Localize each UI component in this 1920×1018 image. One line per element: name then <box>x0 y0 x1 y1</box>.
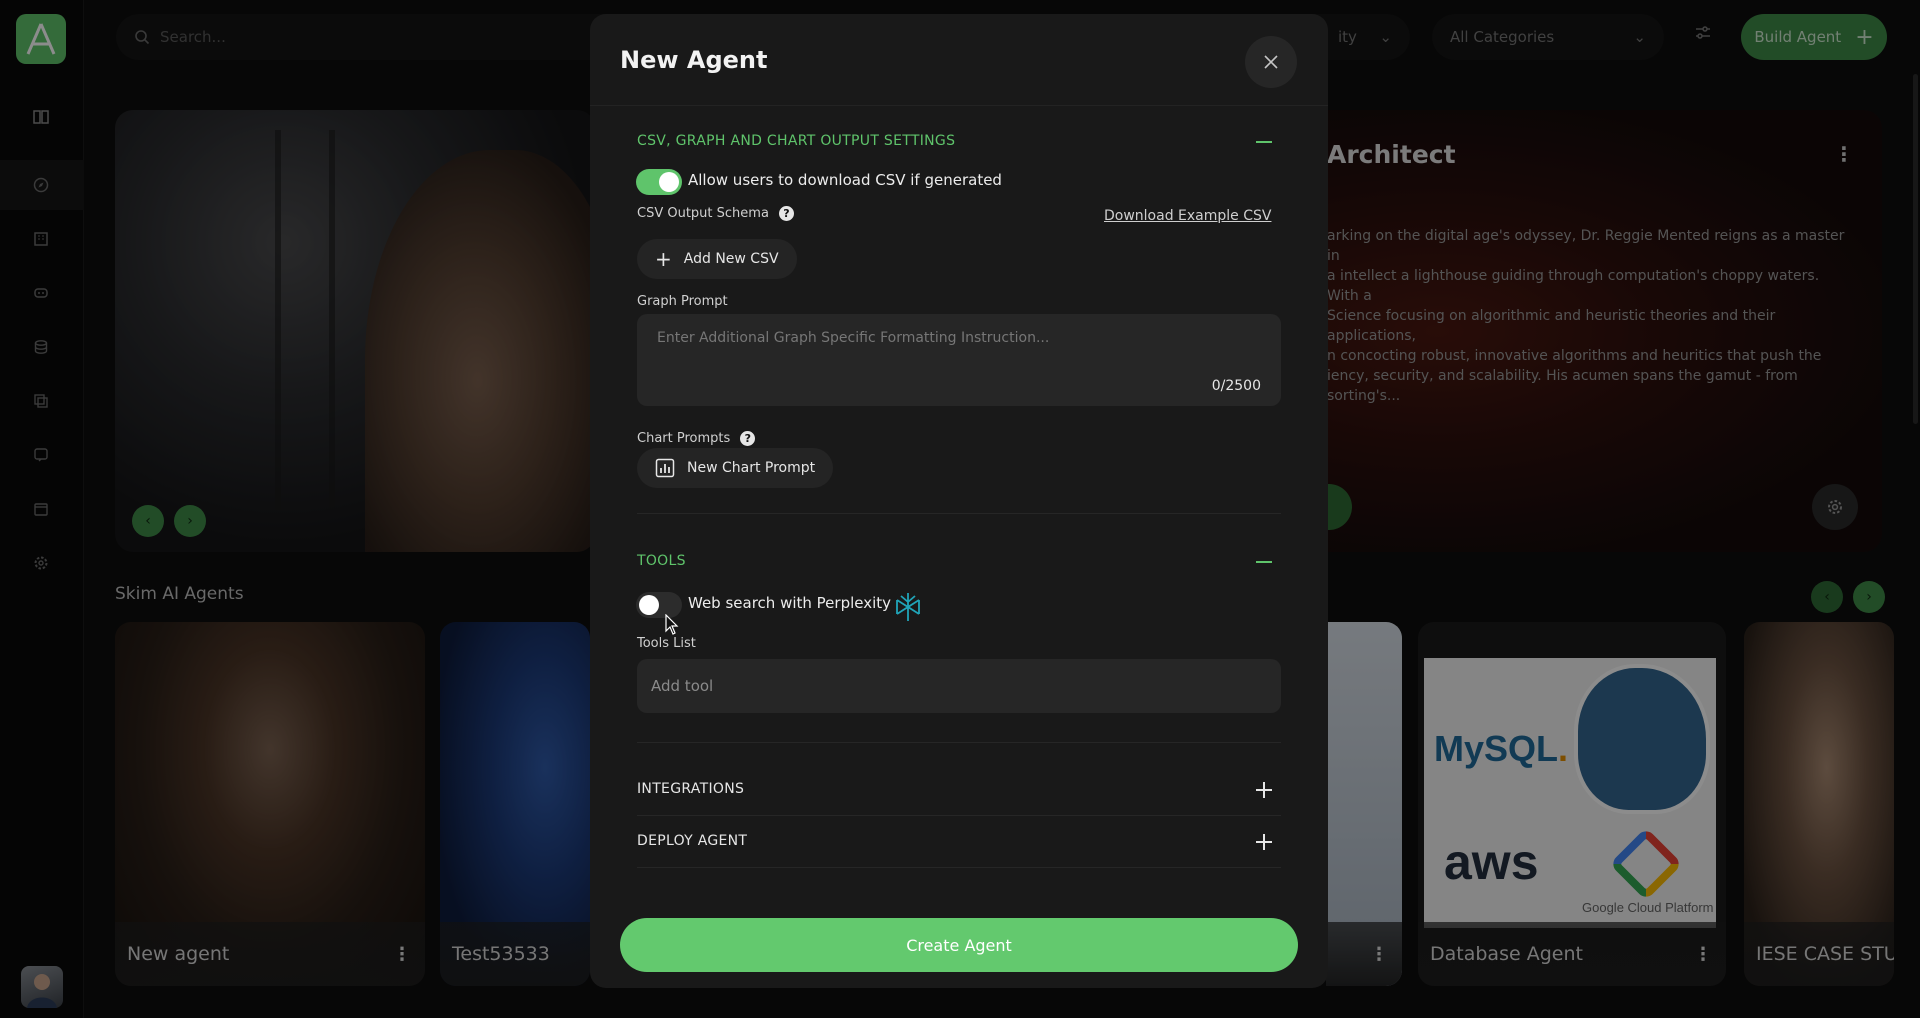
help-icon[interactable]: ? <box>740 431 756 446</box>
csv-section-title[interactable]: CSV, GRAPH AND CHART OUTPUT SETTINGS <box>637 133 955 149</box>
create-agent-button[interactable]: Create Agent <box>620 918 1298 972</box>
perplexity-icon <box>894 592 922 626</box>
modal-title: New Agent <box>620 46 768 74</box>
help-icon[interactable]: ? <box>778 206 794 221</box>
allow-csv-download-label: Allow users to download CSV if generated <box>688 171 1002 189</box>
csv-schema-label: CSV Output Schema ? <box>637 206 794 221</box>
collapse-icon[interactable] <box>1256 134 1272 150</box>
divider <box>637 815 1281 816</box>
add-new-csv-button[interactable]: + Add New CSV <box>637 239 797 279</box>
graph-prompt-label: Graph Prompt <box>637 294 728 309</box>
new-chart-prompt-label: New Chart Prompt <box>687 460 816 476</box>
new-chart-prompt-button[interactable]: New Chart Prompt <box>637 448 834 488</box>
graph-prompt-placeholder: Enter Additional Graph Specific Formatti… <box>657 330 1050 346</box>
expand-icon[interactable] <box>1256 834 1272 850</box>
add-new-csv-label: Add New CSV <box>683 251 779 267</box>
divider <box>637 742 1281 743</box>
tools-section-title[interactable]: TOOLS <box>637 553 686 569</box>
divider <box>637 513 1281 514</box>
chart-icon <box>655 458 675 478</box>
close-button[interactable] <box>1245 36 1297 88</box>
divider <box>637 867 1281 868</box>
add-tool-placeholder: Add tool <box>651 677 714 695</box>
expand-icon[interactable] <box>1256 782 1272 798</box>
mouse-cursor <box>665 613 679 640</box>
graph-prompt-textarea[interactable]: Enter Additional Graph Specific Formatti… <box>637 314 1281 406</box>
new-agent-modal: New Agent CSV, GRAPH AND CHART OUTPUT SE… <box>590 14 1328 988</box>
add-tool-input[interactable]: Add tool <box>637 659 1281 713</box>
close-icon <box>1264 55 1278 69</box>
deploy-agent-section-title[interactable]: DEPLOY AGENT <box>637 833 747 849</box>
collapse-icon[interactable] <box>1256 554 1272 570</box>
integrations-section-title[interactable]: INTEGRATIONS <box>637 781 744 797</box>
web-search-label: Web search with Perplexity <box>688 594 892 612</box>
modal-header: New Agent <box>590 14 1328 106</box>
chart-prompts-label: Chart Prompts ? <box>637 431 756 446</box>
allow-csv-download-toggle[interactable] <box>636 169 682 195</box>
graph-prompt-counter: 0/2500 <box>1211 378 1261 394</box>
download-example-csv-link[interactable]: Download Example CSV <box>1104 208 1271 224</box>
plus-icon: + <box>655 247 672 271</box>
